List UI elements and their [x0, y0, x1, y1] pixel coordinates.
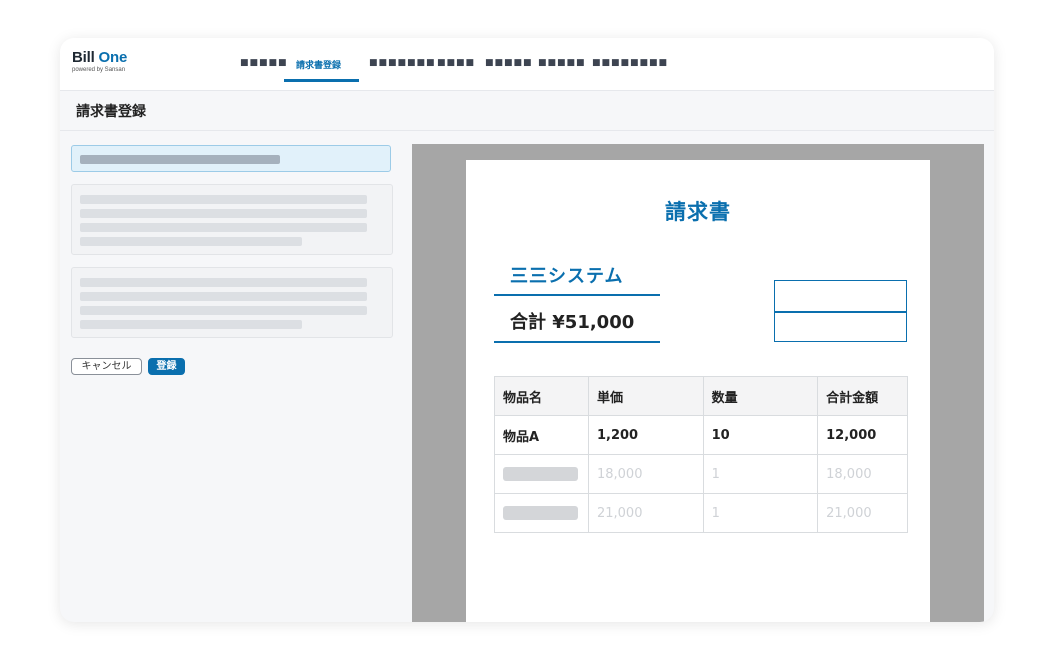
cell-quantity: 1 — [702, 493, 819, 533]
bill-one-logo[interactable]: Bill One powered by Sansan — [72, 50, 127, 74]
redacted-item-name — [503, 506, 578, 520]
invoice-document: 請求書 三三システム 合計 ¥51,000 物品名 単価 数量 合計金額 物品A… — [466, 160, 930, 622]
stamp-box — [774, 280, 907, 342]
registration-form-pane: キャンセル 登録 — [60, 131, 412, 622]
invoice-total-amount: 合計 ¥51,000 — [510, 312, 635, 333]
invoice-title: 請求書 — [665, 200, 731, 224]
cell-item-name — [494, 454, 589, 494]
cell-unit-price: 21,000 — [587, 493, 704, 533]
nav-item-4[interactable]: ■■■■ — [437, 58, 475, 68]
cell-item-name — [494, 493, 589, 533]
skeleton-line — [80, 278, 367, 287]
skeleton-line — [80, 223, 367, 232]
cell-item-name: 物品A — [494, 415, 589, 455]
active-tab-indicator — [284, 79, 359, 82]
nav-item-5[interactable]: ■■■■■ — [485, 58, 533, 68]
nav-item-invoice-registration[interactable]: 請求書登録 — [296, 58, 341, 71]
cell-unit-price: 1,200 — [587, 415, 704, 455]
top-navigation-bar: Bill One powered by Sansan ■■■■■ 請求書登録 ■… — [60, 38, 994, 91]
cell-quantity: 10 — [702, 415, 819, 455]
table-row: 物品A 1,200 10 12,000 — [494, 415, 908, 455]
field-value-placeholder — [80, 155, 280, 164]
column-header-unit-price: 単価 — [587, 376, 704, 416]
app-window: Bill One powered by Sansan ■■■■■ 請求書登録 ■… — [60, 38, 994, 622]
skeleton-line — [80, 237, 302, 246]
cell-unit-price: 18,000 — [587, 454, 704, 494]
logo-subtitle: powered by Sansan — [72, 67, 126, 73]
invoice-items-table: 物品名 単価 数量 合計金額 物品A 1,200 10 12,000 18,00… — [494, 376, 908, 533]
cancel-button[interactable]: キャンセル — [71, 358, 142, 375]
page-header: 請求書登録 — [60, 91, 994, 131]
redacted-item-name — [503, 467, 578, 481]
cell-amount: 12,000 — [817, 415, 908, 455]
issuer-company-name: 三三システム — [510, 266, 624, 287]
skeleton-line — [80, 320, 302, 329]
form-section-1 — [71, 184, 393, 255]
invoice-preview-pane: 請求書 三三システム 合計 ¥51,000 物品名 単価 数量 合計金額 物品A… — [412, 144, 984, 622]
logo-wordmark: Bill One — [72, 50, 127, 65]
nav-item-6[interactable]: ■■■■■ — [538, 58, 586, 68]
column-header-quantity: 数量 — [702, 376, 819, 416]
nav-item-7[interactable]: ■■■■■■■■ — [592, 58, 668, 68]
table-row: 18,000 1 18,000 — [494, 454, 908, 494]
page-title: 請求書登録 — [76, 104, 146, 120]
logo-text-one: One — [98, 49, 128, 66]
cell-amount: 18,000 — [817, 454, 908, 494]
table-header-row: 物品名 単価 数量 合計金額 — [494, 376, 908, 416]
nav-item-1[interactable]: ■■■■■ — [240, 58, 288, 68]
form-section-2 — [71, 267, 393, 338]
nav-item-3[interactable]: ■■■■■■■ — [369, 58, 436, 68]
stamp-box-divider — [775, 311, 906, 313]
invoice-total-field: 合計 ¥51,000 — [494, 306, 660, 343]
cell-quantity: 1 — [702, 454, 819, 494]
skeleton-line — [80, 292, 367, 301]
table-row: 21,000 1 21,000 — [494, 493, 908, 533]
cell-amount: 21,000 — [817, 493, 908, 533]
focused-input-field[interactable] — [71, 145, 391, 172]
skeleton-line — [80, 209, 367, 218]
logo-text-bill: Bill — [72, 49, 99, 66]
skeleton-line — [80, 195, 367, 204]
register-button[interactable]: 登録 — [148, 358, 185, 375]
skeleton-line — [80, 306, 367, 315]
column-header-item-name: 物品名 — [494, 376, 589, 416]
issuer-company-field: 三三システム — [494, 262, 660, 296]
column-header-amount: 合計金額 — [817, 376, 908, 416]
